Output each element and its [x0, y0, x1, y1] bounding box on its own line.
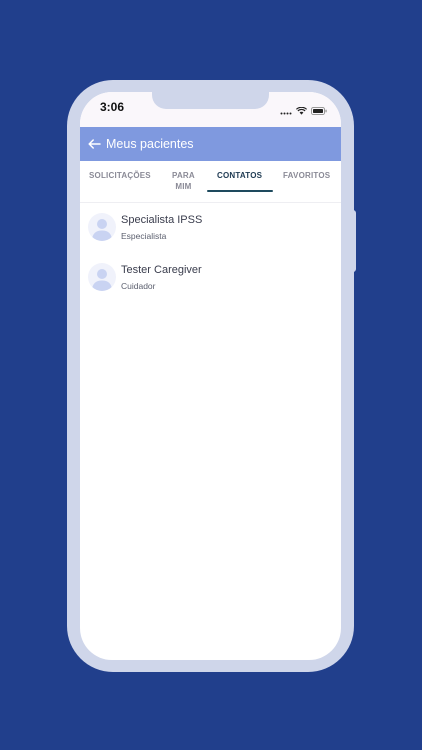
user-avatar-icon — [88, 263, 116, 291]
phone-side-button — [352, 210, 356, 272]
back-arrow-icon[interactable] — [88, 139, 101, 149]
contacts-list: Specialista IPSS Especialista Tester Car… — [80, 203, 341, 303]
page-title: Meus pacientes — [106, 137, 194, 151]
tab-contatos[interactable]: CONTATOS — [217, 170, 262, 181]
status-icons — [280, 102, 327, 120]
phone-notch — [152, 92, 269, 109]
phone-screen: 3:06 Meus pacientes SOLICITAÇÕES PARA MI… — [80, 92, 341, 660]
active-tab-indicator — [207, 190, 273, 192]
tab-bar: SOLICITAÇÕES PARA MIM CONTATOS FAVORITOS — [80, 161, 341, 203]
status-bar: 3:06 — [80, 92, 341, 127]
tab-para-mim-line2: MIM — [175, 182, 192, 191]
contact-name: Specialista IPSS — [121, 214, 203, 226]
tab-solicitacoes[interactable]: SOLICITAÇÕES — [89, 170, 151, 181]
app-bar: Meus pacientes — [80, 127, 341, 161]
status-time: 3:06 — [100, 100, 125, 114]
tab-para-mim-line1: PARA — [172, 171, 195, 180]
contact-name: Tester Caregiver — [121, 264, 202, 276]
tab-favoritos[interactable]: FAVORITOS — [283, 170, 330, 181]
user-avatar-icon — [88, 213, 116, 241]
tab-para-mim[interactable]: PARA MIM — [172, 170, 195, 192]
signal-icon — [280, 102, 292, 120]
contact-role: Cuidador — [121, 281, 156, 291]
list-item[interactable]: Specialista IPSS Especialista — [80, 203, 341, 253]
battery-icon — [311, 102, 327, 120]
contact-role: Especialista — [121, 231, 167, 241]
wifi-icon — [295, 102, 308, 120]
list-item[interactable]: Tester Caregiver Cuidador — [80, 253, 341, 303]
